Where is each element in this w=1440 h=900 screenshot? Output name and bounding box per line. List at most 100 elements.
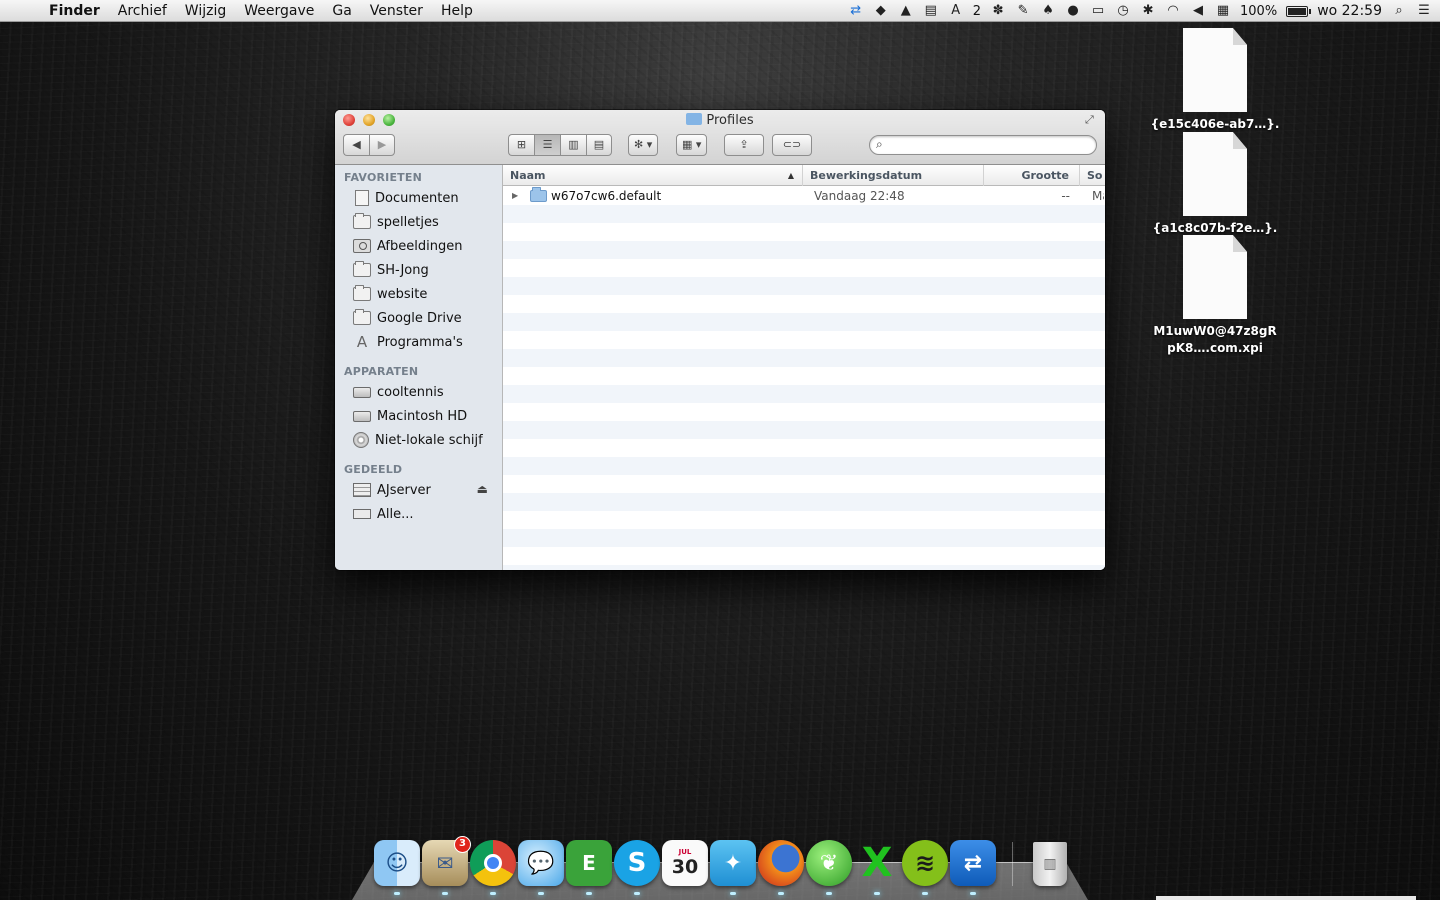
column-view-button[interactable]: ▥ (560, 134, 586, 156)
dock-skype[interactable]: S (614, 840, 660, 895)
column-header-name[interactable]: Naam ▲ (503, 165, 803, 186)
battery-icon[interactable] (1286, 5, 1312, 17)
sidebar-item-label: website (377, 286, 428, 302)
dock-twitter[interactable]: ✦ (710, 840, 756, 895)
volume-icon[interactable]: ◀ (1190, 4, 1206, 18)
dock-chrome[interactable] (470, 840, 516, 895)
tag-button[interactable]: ⊂⊃ (772, 134, 812, 156)
battery-percent[interactable]: 100% (1240, 4, 1277, 19)
window-titlebar[interactable]: Profiles ⤢ ◀ ▶ ⊞ ☰ ▥ ▤ ✻ ▾ ▦ ▾ ⇪ ⊂⊃ ⌕ (335, 110, 1105, 165)
sidebar-item-sh-jong[interactable]: SH-Jong (335, 258, 502, 282)
desktop-file[interactable]: M1uwW0@47z8gRpK8….com.xpi (1150, 235, 1280, 357)
running-indicator (442, 892, 448, 895)
bluetooth-icon[interactable]: ✱ (1140, 4, 1156, 18)
dock-excel[interactable]: X (854, 840, 900, 895)
window-title-text: Profiles (706, 113, 754, 128)
arrange-button[interactable]: ▦ ▾ (676, 134, 708, 156)
column-header-kind[interactable]: So (1080, 165, 1105, 186)
dock-separator (1012, 842, 1013, 886)
keyboard-input-icon[interactable]: ▦ (1215, 4, 1231, 18)
sidebar-item-niet-lokale-schijf[interactable]: Niet-lokale schijf (335, 428, 502, 452)
speech-bubble-status-icon[interactable]: ● (1065, 4, 1081, 18)
menu-wijzig[interactable]: Wijzig (176, 3, 235, 19)
paw-status-icon[interactable]: ✽ (990, 4, 1006, 18)
dock-firefox[interactable] (758, 840, 804, 895)
hard-disk-icon (353, 410, 371, 422)
dock-leaf[interactable]: ❦ (806, 840, 852, 895)
printer-status-icon[interactable]: ▤ (923, 4, 939, 18)
folder-icon (353, 285, 371, 301)
menu-clock[interactable]: wo 22:59 (1317, 3, 1382, 19)
dock-spotify[interactable]: ≋ (902, 840, 948, 895)
dock: ☺ ✉ 3 💬 E S JUL 30 ✦ ❦ X ≋ ⇄ ▥ (374, 836, 1067, 895)
sidebar-item-documenten[interactable]: Documenten (335, 186, 502, 210)
action-gear-button[interactable]: ✻ ▾ (628, 134, 659, 156)
column-header-modified-label: Bewerkingsdatum (810, 169, 923, 182)
menu-help[interactable]: Help (432, 3, 482, 19)
sidebar-item-afbeeldingen[interactable]: Afbeeldingen (335, 234, 502, 258)
wifi-icon[interactable]: ◠ (1165, 4, 1181, 18)
dock-calendar[interactable]: JUL 30 (662, 840, 708, 886)
spotlight-search-icon[interactable]: ⌕ (1391, 4, 1407, 18)
eject-icon[interactable]: ⏏ (477, 482, 488, 496)
running-indicator (922, 892, 928, 895)
forward-button[interactable]: ▶ (369, 134, 395, 156)
google-drive-status-icon[interactable]: ▲ (898, 4, 914, 18)
document-file-icon (1183, 28, 1247, 112)
menu-archief[interactable]: Archief (109, 3, 176, 19)
back-button[interactable]: ◀ (343, 134, 369, 156)
menu-venster[interactable]: Venster (361, 3, 432, 19)
sidebar-item-website[interactable]: website (335, 282, 502, 306)
search-input[interactable] (892, 137, 1087, 153)
menu-bar: Finder Archief Wijzig Weergave Ga Venste… (0, 0, 1440, 22)
sidebar-item-label: Documenten (375, 190, 459, 206)
sidebar-item-programmas[interactable]: A Programma's (335, 330, 502, 354)
cover-flow-view-button[interactable]: ▤ (586, 134, 612, 156)
sidebar-item-google-drive[interactable]: Google Drive (335, 306, 502, 330)
folder-icon (530, 187, 547, 202)
running-indicator (634, 892, 640, 895)
sidebar-item-label: SH-Jong (377, 262, 429, 278)
notification-center-icon[interactable]: ☰ (1416, 4, 1432, 18)
dock-evernote[interactable]: E (566, 840, 612, 895)
running-indicator (490, 892, 496, 895)
server-icon (353, 483, 371, 497)
sidebar-item-alle[interactable]: Alle... (335, 502, 502, 526)
teamviewer-status-icon[interactable]: ⇄ (848, 4, 864, 18)
adobe-status-icon[interactable]: A (948, 4, 964, 18)
table-row[interactable]: ▶ w67o7cw6.default Vandaag 22:48 -- Map (503, 187, 1105, 205)
sidebar-item-label: Niet-lokale schijf (375, 432, 483, 448)
column-header-name-label: Naam (510, 169, 546, 182)
disclosure-triangle-icon[interactable]: ▶ (512, 187, 518, 205)
menu-app-name[interactable]: Finder (40, 3, 109, 19)
airplay-icon[interactable]: ▭ (1090, 4, 1106, 18)
sidebar-item-macintosh-hd[interactable]: Macintosh HD (335, 404, 502, 428)
column-header-modified[interactable]: Bewerkingsdatum (803, 165, 984, 186)
dock-teamviewer[interactable]: ⇄ (950, 840, 996, 895)
status-area: ⇄ ◆ ▲ ▤ A 2 ✽ ✎ ♠ ● ▭ ◷ ✱ ◠ ◀ ▦ 100% wo … (848, 0, 1432, 22)
search-field[interactable]: ⌕ (869, 135, 1097, 155)
dock-mail[interactable]: ✉ 3 (422, 836, 471, 895)
fullscreen-icon[interactable]: ⤢ (1085, 113, 1099, 127)
column-header-size[interactable]: Grootte (984, 165, 1080, 186)
notification-bell-icon[interactable]: ♠ (1040, 4, 1056, 18)
document-file-icon (1183, 132, 1247, 216)
menu-weergave[interactable]: Weergave (235, 3, 323, 19)
dropbox-status-icon[interactable]: ◆ (873, 4, 889, 18)
sidebar-item-label: Afbeeldingen (377, 238, 463, 254)
share-button[interactable]: ⇪ (724, 134, 764, 156)
dock-messages[interactable]: 💬 (518, 840, 564, 895)
sidebar-item-label: Macintosh HD (377, 408, 468, 424)
sidebar-item-ajserver[interactable]: AJserver ⏏ (335, 478, 502, 502)
evernote-status-icon[interactable]: ✎ (1015, 4, 1031, 18)
list-view-button[interactable]: ☰ (534, 134, 560, 156)
running-indicator (730, 892, 736, 895)
time-machine-icon[interactable]: ◷ (1115, 4, 1131, 18)
menu-ga[interactable]: Ga (323, 3, 360, 19)
sidebar-item-cooltennis[interactable]: cooltennis (335, 380, 502, 404)
dock-trash[interactable]: ▥ (1033, 842, 1067, 886)
dock-finder[interactable]: ☺ (374, 840, 420, 895)
icon-view-button[interactable]: ⊞ (508, 134, 534, 156)
sidebar-item-spelletjes[interactable]: spelletjes (335, 210, 502, 234)
window-edge-indicator (1156, 896, 1416, 900)
